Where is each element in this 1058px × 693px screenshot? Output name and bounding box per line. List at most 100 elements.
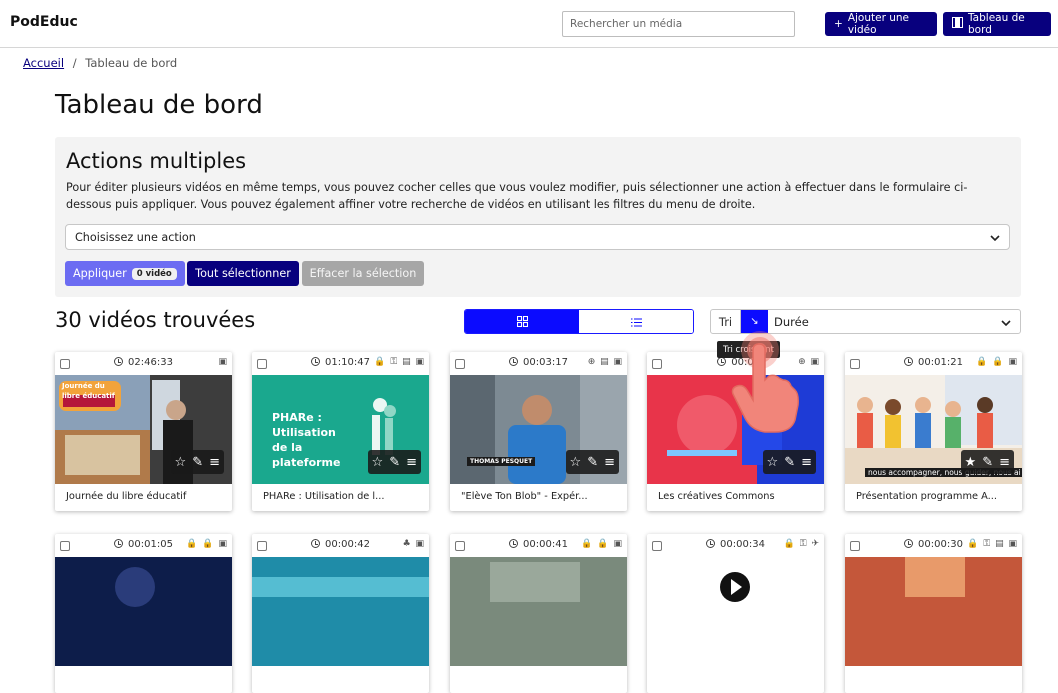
video-thumbnail[interactable]: [647, 557, 824, 666]
video-duration: 00:01:21: [918, 357, 963, 368]
dashboard-button[interactable]: Tableau de bord: [943, 12, 1051, 36]
video-thumbnail[interactable]: THOMAS PESQUET ☆ ✎ ≡: [450, 375, 627, 484]
video-duration: 00:00:30: [918, 539, 963, 550]
video-actions-toolbar: ☆ ✎ ≡: [762, 450, 816, 474]
menu-icon[interactable]: ≡: [604, 455, 615, 470]
video-thumbnail[interactable]: Journée du libre éducatif ☆ ✎ ≡: [55, 375, 232, 484]
breadcrumb-current: Tableau de bord: [85, 56, 178, 70]
video-flags-icons: ♣ ▣: [402, 539, 425, 549]
edit-icon[interactable]: ✎: [192, 455, 203, 470]
video-duration: 00:00:41: [523, 539, 568, 550]
plus-icon: +: [834, 18, 843, 30]
video-card[interactable]: 00:00:42 ♣ ▣: [252, 534, 429, 693]
sort-arrow-icon: ↘: [750, 316, 759, 327]
video-title[interactable]: "Elève Ton Blob" - Expér...: [461, 491, 588, 502]
video-title[interactable]: Les créatives Commons: [658, 491, 775, 502]
clock-icon: [509, 539, 519, 548]
favorite-star-icon[interactable]: ☆: [570, 455, 582, 470]
menu-icon[interactable]: ≡: [406, 455, 417, 470]
video-flags-icons: ▣: [218, 357, 228, 367]
clock-icon: [311, 357, 321, 366]
video-flags-icons: 🔒 🔒 ▣: [581, 539, 623, 549]
selected-count-badge: 0 vidéo: [131, 267, 177, 280]
action-select[interactable]: Choisissez une action: [65, 224, 1010, 250]
video-actions-toolbar: ☆ ✎ ≡: [565, 450, 619, 474]
video-card[interactable]: 00:00:41 🔒 🔒 ▣: [450, 534, 627, 693]
video-actions-toolbar: ☆ ✎ ≡: [367, 450, 421, 474]
clock-icon: [706, 539, 716, 548]
video-card[interactable]: 00:01:05 🔒 🔒 ▣: [55, 534, 232, 693]
favorite-star-icon[interactable]: ☆: [372, 455, 384, 470]
select-all-button[interactable]: Tout sélectionner: [187, 261, 299, 286]
favorite-star-icon[interactable]: ☆: [767, 455, 779, 470]
edit-icon[interactable]: ✎: [982, 455, 993, 470]
list-icon: [630, 312, 642, 331]
video-title[interactable]: Présentation programme A...: [856, 491, 997, 502]
view-toggle: [464, 309, 694, 334]
edit-icon[interactable]: ✎: [389, 455, 400, 470]
video-thumbnail[interactable]: [252, 557, 429, 666]
menu-icon[interactable]: ≡: [209, 455, 220, 470]
video-thumbnail[interactable]: nous accompagner, nous guider, nous ai ★…: [845, 375, 1022, 484]
chevron-down-icon: [990, 231, 1000, 244]
menu-icon[interactable]: ≡: [801, 455, 812, 470]
favorite-star-icon[interactable]: ★: [965, 455, 977, 470]
video-card[interactable]: 01:10:47 🔒 ⚿ ▤ ▣ PHARe : Utilisation de …: [252, 352, 429, 511]
video-flags-icons: 🔒 🔒 ▣: [186, 539, 228, 549]
video-card[interactable]: 02:46:33 ▣ Journée du libre éducatif ☆ ✎…: [55, 352, 232, 511]
menu-icon[interactable]: ≡: [999, 455, 1010, 470]
video-duration: 00:01:05: [128, 539, 173, 550]
film-icon: [952, 17, 963, 31]
clock-icon: [114, 357, 124, 366]
apply-button[interactable]: Appliquer 0 vidéo: [65, 261, 185, 286]
clear-selection-button[interactable]: Effacer la sélection: [302, 261, 424, 286]
video-actions-toolbar: ★ ✎ ≡: [960, 450, 1014, 474]
clock-icon: [904, 539, 914, 548]
bulk-actions-description: Pour éditer plusieurs vidéos en même tem…: [66, 181, 968, 211]
video-thumbnail[interactable]: [845, 557, 1022, 666]
video-thumbnail[interactable]: PHARe : Utilisation de la plateforme ☆ ✎…: [252, 375, 429, 484]
clock-icon: [114, 539, 124, 548]
video-card[interactable]: 00:00:34 🔒 ⚿ ✈: [647, 534, 824, 693]
video-duration: 00:03:17: [523, 357, 568, 368]
video-card[interactable]: 00:01:21 🔒 🔒 ▣ nous accompagner, nous gu…: [845, 352, 1022, 511]
video-flags-icons: 🔒 ⚿ ▤ ▣: [967, 539, 1018, 549]
video-title[interactable]: PHARe : Utilisation de l...: [263, 491, 385, 502]
breadcrumb-home-link[interactable]: Accueil: [23, 56, 64, 70]
clock-icon: [311, 539, 321, 548]
video-actions-toolbar: ☆ ✎ ≡: [170, 450, 224, 474]
bulk-actions-title: Actions multiples: [66, 149, 247, 173]
video-flags-icons: ⊕ ▤ ▣: [587, 357, 623, 367]
chevron-down-icon: [1001, 315, 1011, 329]
sort-field-select[interactable]: Durée: [768, 310, 1020, 333]
video-thumbnail[interactable]: [55, 557, 232, 666]
video-thumbnail[interactable]: [450, 557, 627, 666]
grid-view-button[interactable]: [465, 310, 579, 333]
clock-icon: [904, 357, 914, 366]
video-flags-icons: 🔒 ⚿ ✈: [783, 539, 820, 549]
breadcrumb: Accueil / Tableau de bord: [23, 56, 177, 70]
video-duration: 01:10:47: [325, 357, 370, 368]
video-flags-icons: 🔒 ⚿ ▤ ▣: [374, 357, 425, 367]
video-title[interactable]: Journée du libre éducatif: [66, 491, 186, 502]
grid-icon: [516, 312, 528, 331]
video-card[interactable]: 00:00:30 🔒 ⚿ ▤ ▣: [845, 534, 1022, 693]
favorite-star-icon[interactable]: ☆: [175, 455, 187, 470]
page-title: Tableau de bord: [55, 90, 263, 120]
list-view-button[interactable]: [579, 310, 693, 333]
brand-logo[interactable]: PodEduc: [10, 14, 78, 30]
video-card[interactable]: 00:03:17 ⊕ ▤ ▣ THOMAS PESQUET ☆ ✎ ≡ "Elè…: [450, 352, 627, 511]
edit-icon[interactable]: ✎: [784, 455, 795, 470]
video-duration: 02:46:33: [128, 357, 173, 368]
video-flags-icons: 🔒 🔒 ▣: [976, 357, 1018, 367]
add-video-button[interactable]: + Ajouter une vidéo: [825, 12, 937, 36]
breadcrumb-separator: /: [72, 56, 77, 70]
video-duration: 00:00:34: [720, 539, 765, 550]
video-duration: 00:00:42: [325, 539, 370, 550]
bulk-actions-panel: Actions multiples Pour éditer plusieurs …: [55, 137, 1021, 297]
hand-pointer-icon: [725, 330, 805, 444]
edit-icon[interactable]: ✎: [587, 455, 598, 470]
search-input[interactable]: [562, 11, 795, 37]
top-navbar: PodEduc + Ajouter une vidéo Tableau de b…: [0, 0, 1058, 48]
results-count: 30 vidéos trouvées: [55, 308, 256, 332]
